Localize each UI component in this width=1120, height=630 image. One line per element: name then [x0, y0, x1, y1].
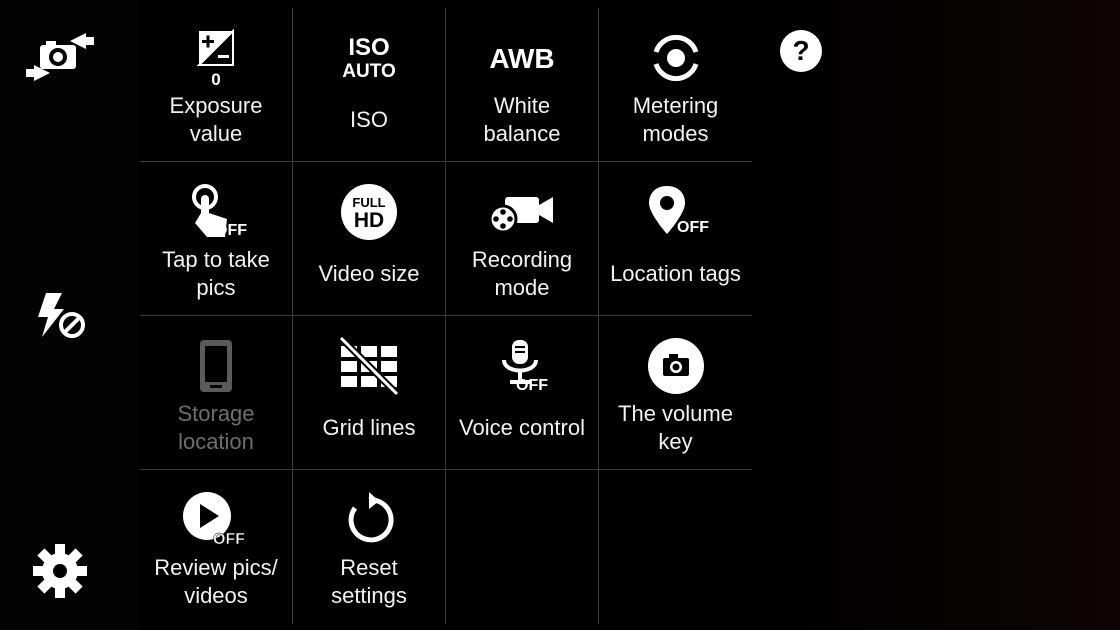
location-tags-option[interactable]: OFF Location tags	[599, 162, 752, 316]
svg-text:FULL: FULL	[352, 195, 385, 210]
help-button[interactable]: ?	[778, 28, 824, 74]
tap-to-take-pics-option[interactable]: OFF Tap to take pics	[140, 162, 293, 316]
exposure-value-label: Exposure value	[169, 93, 263, 146]
help-icon: ?	[780, 30, 822, 72]
recording-mode-option[interactable]: Recording mode	[446, 162, 599, 316]
video-size-option[interactable]: FULL HD Video size	[293, 162, 446, 316]
reset-settings-label: Reset settings	[331, 555, 407, 608]
storage-location-label: Storage location	[177, 401, 255, 454]
storage-location-option[interactable]: Storage location	[140, 316, 293, 470]
grid-lines-option[interactable]: Grid lines	[293, 316, 446, 470]
metering-icon	[653, 34, 698, 82]
svg-text:OFF: OFF	[213, 531, 245, 548]
recording-mode-label: Recording mode	[471, 247, 573, 300]
review-pics-videos-option[interactable]: OFF Review pics/ videos	[140, 470, 293, 624]
settings-button[interactable]	[20, 536, 100, 606]
phone-storage-icon	[200, 340, 232, 392]
review-pics-videos-label: Review pics/ videos	[154, 555, 278, 608]
voice-control-option[interactable]: OFF Voice control	[446, 316, 599, 470]
white-balance-option[interactable]: AWB White balance	[446, 8, 599, 162]
volume-key-option[interactable]: The volume key	[599, 316, 752, 470]
iso-label: ISO	[350, 107, 388, 132]
empty-cell	[446, 470, 599, 624]
volume-key-camera-icon	[647, 338, 704, 394]
switch-camera-button[interactable]	[20, 22, 100, 92]
left-sidebar	[0, 0, 138, 630]
voice-control-off-icon: OFF	[502, 340, 548, 394]
exposure-value-option[interactable]: 0 Exposure value	[140, 8, 293, 162]
reset-settings-option[interactable]: Reset settings	[293, 470, 446, 624]
svg-text:ISO: ISO	[348, 34, 389, 61]
svg-text:OFF: OFF	[516, 377, 548, 394]
iso-auto-icon: ISO AUTO	[342, 34, 395, 82]
white-balance-label: White balance	[483, 93, 561, 146]
exposure-icon: 0	[196, 29, 234, 87]
empty-cell	[599, 470, 752, 624]
tap-to-take-off-icon: OFF	[192, 184, 247, 239]
location-off-icon: OFF	[648, 186, 709, 236]
full-hd-icon: FULL HD	[341, 184, 397, 240]
camera-switch-icon	[26, 33, 94, 81]
recording-mode-icon	[488, 197, 553, 234]
location-tags-label: Location tags	[610, 261, 741, 286]
grid-lines-label: Grid lines	[322, 415, 416, 440]
review-off-icon: OFF	[183, 492, 245, 548]
gear-icon	[33, 544, 87, 598]
svg-text:OFF: OFF	[215, 222, 247, 239]
exposure-value: 0	[211, 70, 220, 87]
svg-text:AUTO: AUTO	[342, 61, 395, 82]
flash-button[interactable]	[20, 280, 100, 350]
camera-settings-grid: 0 Exposure value ISO AUTO ISO AWB White …	[140, 8, 752, 624]
metering-modes-label: Metering modes	[632, 93, 719, 146]
svg-text:HD: HD	[354, 209, 384, 232]
svg-text:OFF: OFF	[677, 219, 709, 236]
awb-icon: AWB	[489, 43, 554, 74]
reset-icon	[348, 492, 394, 543]
video-size-label: Video size	[318, 261, 420, 286]
voice-control-label: Voice control	[459, 415, 585, 440]
grid-lines-off-icon	[338, 336, 400, 396]
metering-modes-option[interactable]: Metering modes	[599, 8, 752, 162]
iso-option[interactable]: ISO AUTO ISO	[293, 8, 446, 162]
tap-to-take-pics-label: Tap to take pics	[162, 247, 270, 300]
viewfinder-background	[760, 0, 1120, 630]
svg-text:?: ?	[792, 35, 809, 66]
volume-key-label: The volume key	[618, 401, 733, 454]
flash-off-icon	[38, 293, 85, 338]
svg-text:AWB: AWB	[489, 43, 554, 74]
